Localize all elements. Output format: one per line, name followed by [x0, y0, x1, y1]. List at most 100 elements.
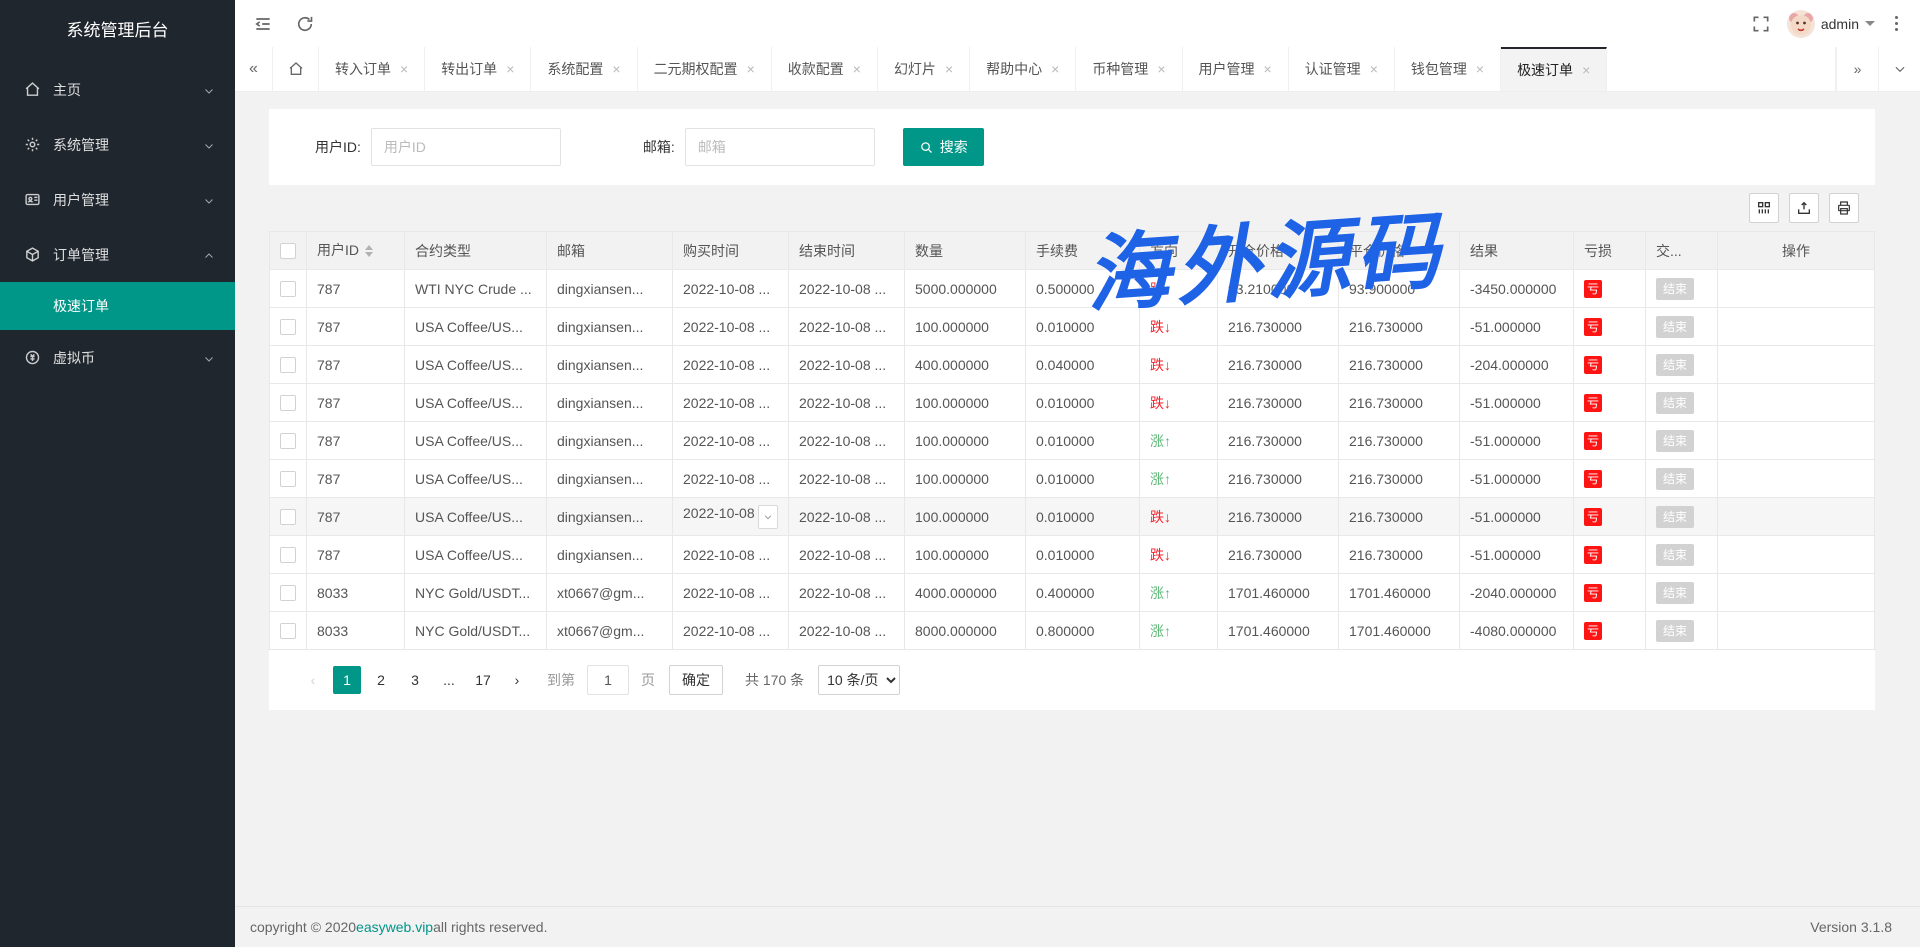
cell-result: -2040.000000 — [1460, 574, 1574, 612]
cell-end-time: 2022-10-08 ... — [789, 460, 905, 498]
tab-0[interactable]: 转入订单× — [319, 47, 425, 91]
direction-label: 跌↓ — [1150, 357, 1171, 373]
footer-link[interactable]: easyweb.vip — [356, 919, 433, 935]
export-icon[interactable] — [1789, 193, 1819, 223]
row-checkbox[interactable] — [280, 319, 296, 335]
sidebar-item-4[interactable]: 虚拟币 — [0, 330, 235, 385]
sort-icon[interactable] — [365, 241, 373, 261]
tabs-scroll-left-icon[interactable]: « — [235, 47, 273, 91]
more-options-icon[interactable] — [1891, 12, 1902, 35]
page-size-select[interactable]: 10 条/页 — [818, 665, 900, 695]
sidebar-item-1[interactable]: 系统管理 — [0, 117, 235, 172]
email-label: 邮箱: — [643, 137, 675, 157]
tab-8[interactable]: 用户管理× — [1183, 47, 1289, 91]
cell-user-id: 8033 — [307, 574, 405, 612]
col-header-0: 用户ID — [307, 232, 405, 270]
row-checkbox[interactable] — [280, 585, 296, 601]
email-input[interactable] — [685, 128, 875, 166]
tab-close-icon[interactable]: × — [1051, 62, 1059, 76]
tab-close-icon[interactable]: × — [612, 62, 620, 76]
home-tab[interactable] — [273, 47, 319, 91]
search-button[interactable]: 搜索 — [903, 128, 984, 166]
chevron-up-icon — [203, 249, 215, 261]
tabs-menu-icon[interactable] — [1878, 47, 1920, 91]
row-checkbox[interactable] — [280, 471, 296, 487]
row-checkbox[interactable] — [280, 433, 296, 449]
tab-3[interactable]: 二元期权配置× — [638, 47, 772, 91]
row-checkbox[interactable] — [280, 509, 296, 525]
collapse-menu-icon[interactable] — [253, 14, 273, 34]
orders-table: 用户ID合约类型邮箱购买时间结束时间数量手续费方向开仓价格平仓价格结果亏损交..… — [269, 231, 1875, 650]
row-checkbox[interactable] — [280, 395, 296, 411]
cell-status: 结束 — [1646, 422, 1718, 460]
cell-amount: 100.000000 — [905, 460, 1026, 498]
orders-card: 用户ID: 邮箱: 搜索 — [269, 109, 1875, 710]
tab-11[interactable]: 极速订单× — [1501, 47, 1607, 91]
prev-page-icon[interactable]: ‹ — [299, 666, 327, 694]
tab-close-icon[interactable]: × — [853, 62, 861, 76]
avatar[interactable] — [1787, 10, 1815, 38]
tab-10[interactable]: 钱包管理× — [1395, 47, 1501, 91]
page-button[interactable]: 1 — [333, 666, 361, 694]
row-checkbox[interactable] — [280, 623, 296, 639]
users-icon — [24, 191, 41, 208]
jump-page-input[interactable] — [587, 665, 629, 695]
col-header-label: 用户ID — [317, 242, 359, 258]
tab-1[interactable]: 转出订单× — [425, 47, 531, 91]
cell-user-id: 787 — [307, 536, 405, 574]
page-button[interactable]: 2 — [367, 666, 395, 694]
cell-amount: 4000.000000 — [905, 574, 1026, 612]
fullscreen-icon[interactable] — [1751, 14, 1771, 34]
tab-5[interactable]: 幻灯片× — [878, 47, 970, 91]
table-row: 8033NYC Gold/USDT...xt0667@gm...2022-10-… — [270, 612, 1875, 650]
tab-close-icon[interactable]: × — [945, 62, 953, 76]
tab-2[interactable]: 系统配置× — [531, 47, 637, 91]
sidebar-item-0[interactable]: 主页 — [0, 62, 235, 117]
tab-4[interactable]: 收款配置× — [772, 47, 878, 91]
content-area: 用户ID: 邮箱: 搜索 — [235, 92, 1920, 906]
cell-status: 结束 — [1646, 270, 1718, 308]
next-page-icon[interactable]: › — [503, 666, 531, 694]
sidebar-item-2[interactable]: 用户管理 — [0, 172, 235, 227]
tab-6[interactable]: 帮助中心× — [970, 47, 1076, 91]
tab-close-icon[interactable]: × — [747, 62, 755, 76]
loss-badge: 亏 — [1584, 622, 1602, 640]
tab-close-icon[interactable]: × — [1582, 63, 1590, 77]
page-button[interactable]: 3 — [401, 666, 429, 694]
page-button[interactable]: 17 — [469, 666, 497, 694]
user-menu[interactable]: admin — [1787, 10, 1875, 38]
cell-status: 结束 — [1646, 574, 1718, 612]
select-all-checkbox[interactable] — [280, 243, 296, 259]
sidebar-item-3[interactable]: 订单管理 — [0, 227, 235, 282]
columns-icon[interactable] — [1749, 193, 1779, 223]
cell-result: -51.000000 — [1460, 308, 1574, 346]
confirm-button[interactable]: 确定 — [669, 665, 723, 695]
row-checkbox[interactable] — [280, 547, 296, 563]
tab-close-icon[interactable]: × — [1157, 62, 1165, 76]
tab-close-icon[interactable]: × — [400, 62, 408, 76]
user-id-input[interactable] — [371, 128, 561, 166]
tabs-scroll-right-icon[interactable]: » — [1836, 47, 1878, 91]
sidebar-subitem[interactable]: 极速订单 — [0, 282, 235, 330]
tab-close-icon[interactable]: × — [506, 62, 514, 76]
row-checkbox[interactable] — [280, 281, 296, 297]
tab-close-icon[interactable]: × — [1370, 62, 1378, 76]
row-checkbox[interactable] — [280, 357, 296, 373]
row-checkbox-cell — [270, 612, 307, 650]
refresh-icon[interactable] — [295, 14, 315, 34]
tab-close-icon[interactable]: × — [1476, 62, 1484, 76]
print-icon[interactable] — [1829, 193, 1859, 223]
tab-close-icon[interactable]: × — [1264, 62, 1272, 76]
sidebar-menu: 主页系统管理用户管理订单管理极速订单虚拟币 — [0, 62, 235, 385]
row-checkbox-cell — [270, 460, 307, 498]
tab-9[interactable]: 认证管理× — [1289, 47, 1395, 91]
table-row: 787USA Coffee/US...dingxiansen...2022-10… — [270, 422, 1875, 460]
footer: copyright © 2020 easyweb.vip all rights … — [235, 906, 1920, 947]
tab-list: 转入订单×转出订单×系统配置×二元期权配置×收款配置×幻灯片×帮助中心×币种管理… — [319, 47, 1607, 91]
cell-operation — [1718, 384, 1875, 422]
row-dropdown-icon[interactable] — [758, 505, 778, 529]
cell-amount: 400.000000 — [905, 346, 1026, 384]
page-unit-label: 页 — [641, 670, 655, 690]
table-row: 787USA Coffee/US...dingxiansen...2022-10… — [270, 536, 1875, 574]
tab-7[interactable]: 币种管理× — [1076, 47, 1182, 91]
